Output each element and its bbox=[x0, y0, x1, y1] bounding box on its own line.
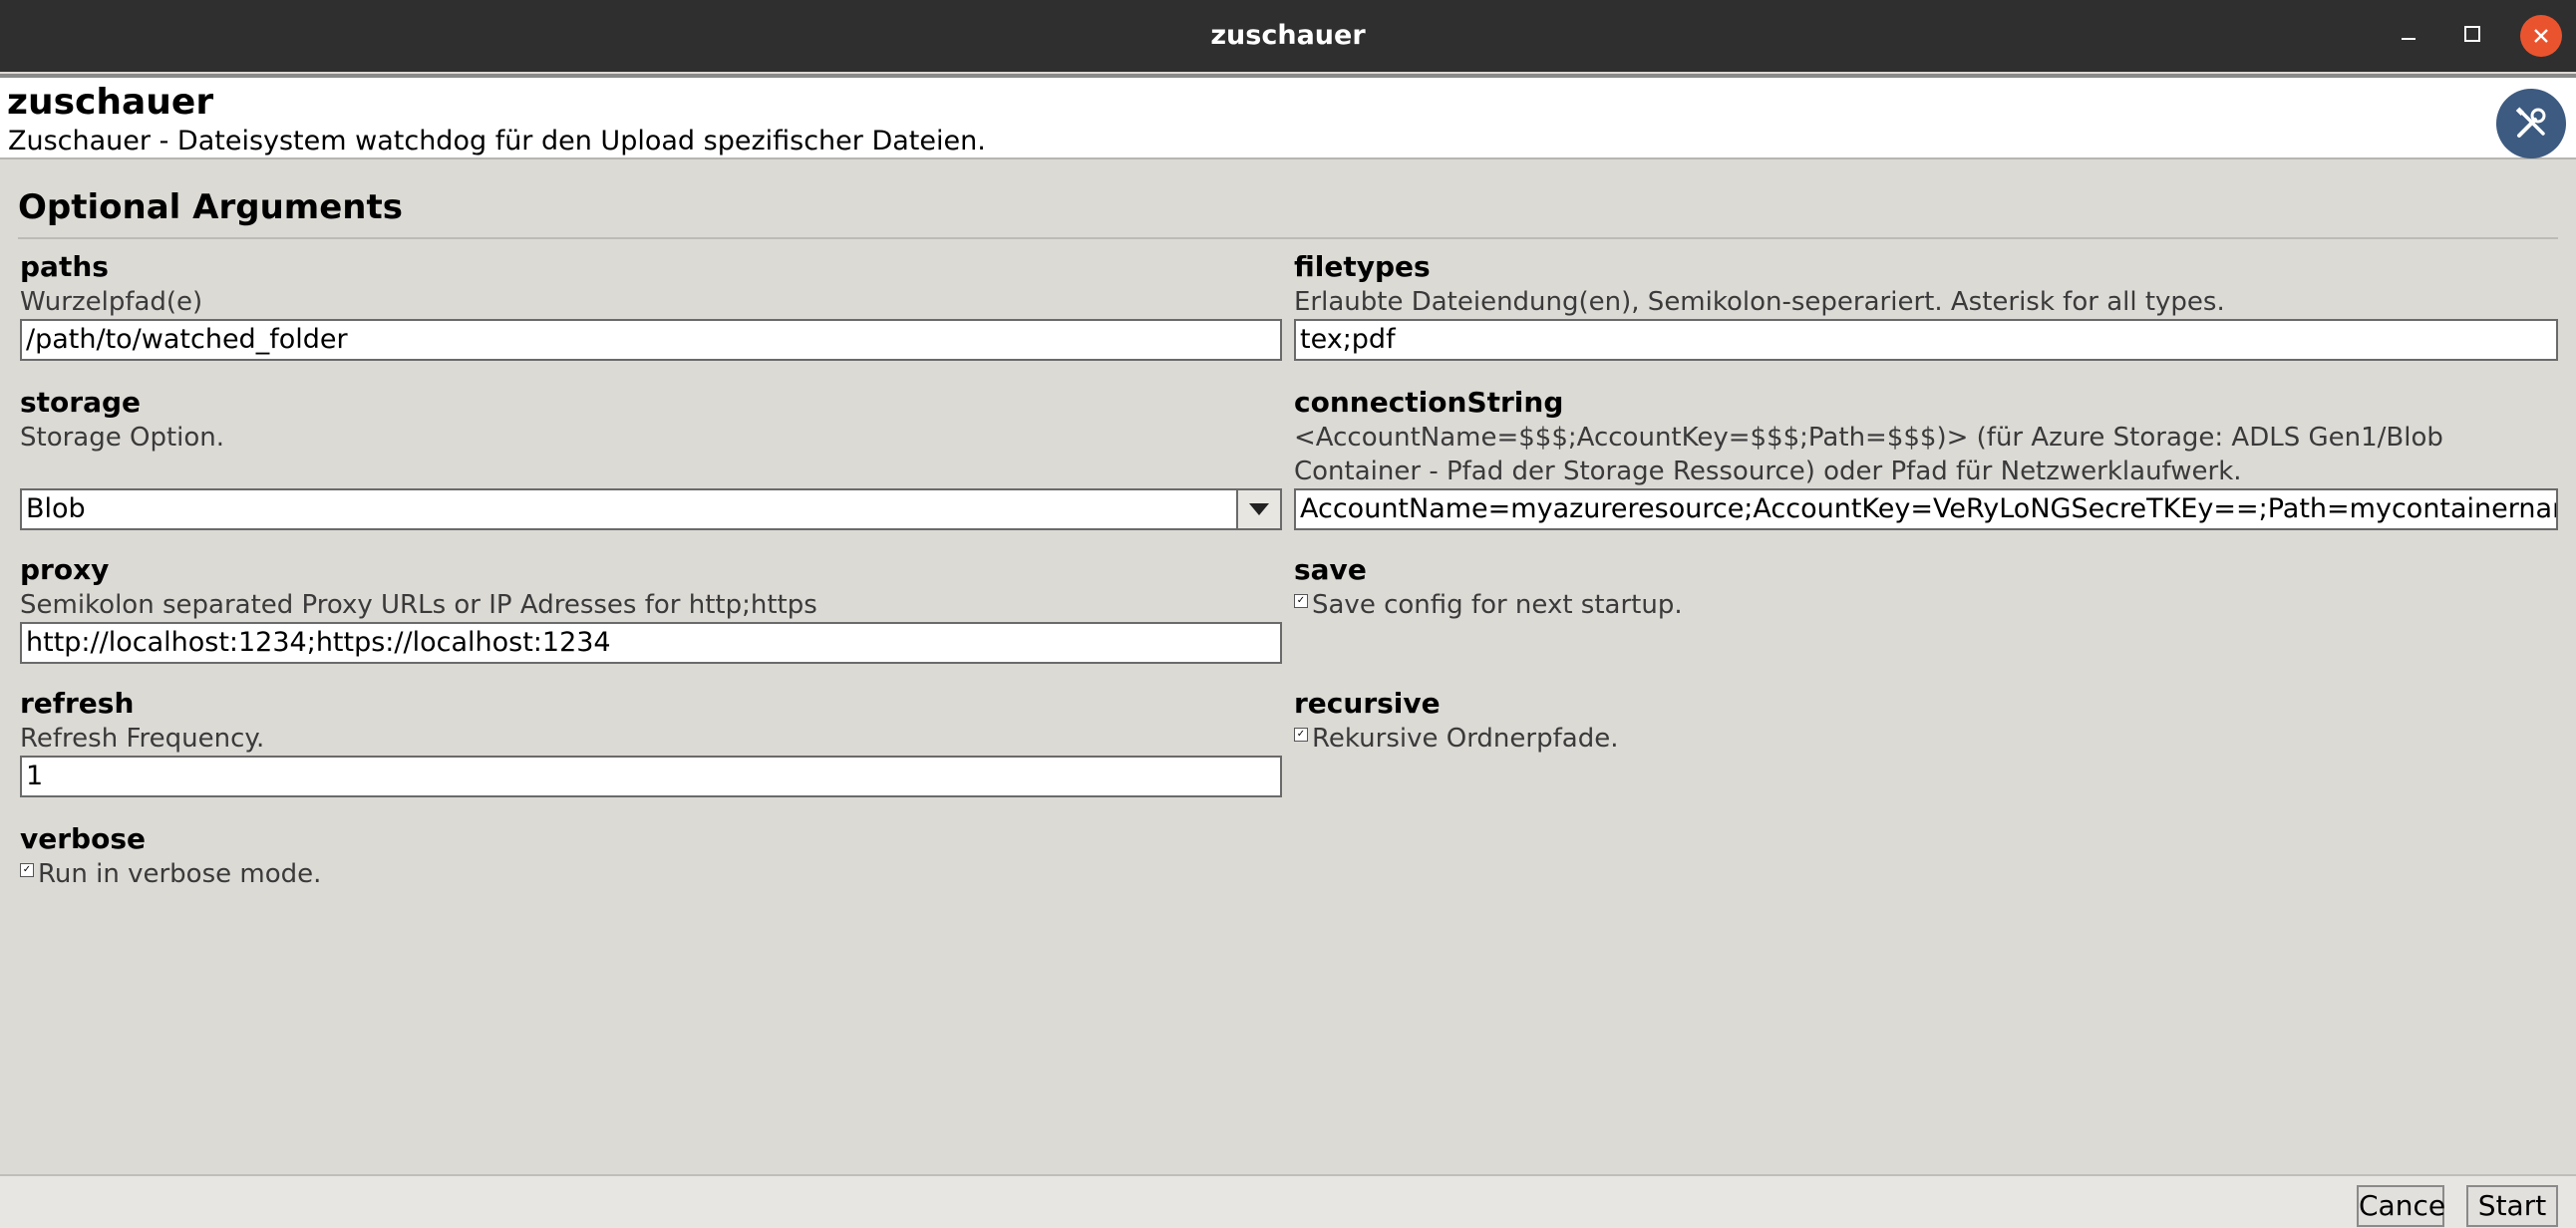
minimize-icon bbox=[2400, 25, 2417, 47]
field-proxy: proxy Semikolon separated Proxy URLs or … bbox=[20, 552, 1282, 664]
field-save: save ✓ Save config for next startup. bbox=[1294, 552, 2558, 622]
storage-label: storage bbox=[20, 386, 142, 419]
field-storage: storage Storage Option. Blob bbox=[20, 385, 1282, 530]
section-divider bbox=[18, 237, 2558, 239]
maximize-icon bbox=[2463, 25, 2481, 47]
refresh-label: refresh bbox=[20, 687, 135, 720]
recursive-label: recursive bbox=[1294, 687, 1441, 720]
paths-label: paths bbox=[20, 250, 109, 283]
verbose-checkbox[interactable]: ✓ bbox=[20, 863, 34, 877]
window-title: zuschauer bbox=[1210, 20, 1366, 51]
close-icon bbox=[2520, 15, 2562, 57]
recursive-checkbox[interactable]: ✓ bbox=[1294, 728, 1308, 742]
verbose-label: verbose bbox=[20, 822, 146, 855]
start-button[interactable]: Start bbox=[2466, 1185, 2558, 1227]
cancel-button[interactable]: Cance bbox=[2357, 1185, 2445, 1227]
save-checkbox[interactable]: ✓ bbox=[1294, 594, 1308, 608]
storage-select[interactable]: Blob bbox=[20, 488, 1282, 530]
paths-input[interactable]: /path/to/watched_folder bbox=[20, 319, 1282, 361]
save-option[interactable]: ✓ Save config for next startup. bbox=[1294, 588, 2558, 622]
field-connection-string: connectionString <AccountName=$$$;Accoun… bbox=[1294, 385, 2558, 530]
refresh-input[interactable]: 1 bbox=[20, 756, 1282, 797]
save-checkbox-label[interactable]: Save config for next startup. bbox=[1312, 588, 1683, 622]
filetypes-hint: Erlaubte Dateiendung(en), Semikolon-sepe… bbox=[1294, 287, 2225, 317]
save-label: save bbox=[1294, 553, 1367, 586]
app-title: zuschauer bbox=[7, 82, 214, 123]
field-paths: paths Wurzelpfad(e) /path/to/watched_fol… bbox=[20, 249, 1282, 361]
proxy-hint: Semikolon separated Proxy URLs or IP Adr… bbox=[20, 590, 817, 620]
proxy-input[interactable]: http://localhost:1234;https://localhost:… bbox=[20, 622, 1282, 664]
minimize-button[interactable] bbox=[2387, 14, 2430, 58]
proxy-label: proxy bbox=[20, 553, 110, 586]
filetypes-label: filetypes bbox=[1294, 250, 1431, 283]
button-bar: Cance Start bbox=[0, 1174, 2576, 1228]
window-titlebar[interactable]: zuschauer bbox=[0, 0, 2576, 72]
field-refresh: refresh Refresh Frequency. 1 bbox=[20, 686, 1282, 797]
refresh-hint: Refresh Frequency. bbox=[20, 724, 265, 754]
connection-string-hint: <AccountName=$$$;AccountKey=$$$;Path=$$$… bbox=[1294, 423, 2443, 486]
dropdown-button[interactable] bbox=[1238, 488, 1282, 530]
field-filetypes: filetypes Erlaubte Dateiendung(en), Semi… bbox=[1294, 249, 2558, 361]
close-button[interactable] bbox=[2519, 14, 2563, 58]
field-verbose: verbose ✓ Run in verbose mode. bbox=[20, 821, 1282, 891]
storage-select-value[interactable]: Blob bbox=[20, 488, 1238, 530]
paths-hint: Wurzelpfad(e) bbox=[20, 287, 203, 317]
field-recursive: recursive ✓ Rekursive Ordnerpfade. bbox=[1294, 686, 2558, 756]
verbose-option[interactable]: ✓ Run in verbose mode. bbox=[20, 857, 1282, 891]
verbose-checkbox-label[interactable]: Run in verbose mode. bbox=[38, 857, 321, 891]
recursive-checkbox-label[interactable]: Rekursive Ordnerpfade. bbox=[1312, 722, 1618, 756]
filetypes-input[interactable]: tex;pdf bbox=[1294, 319, 2558, 361]
app-header: zuschauer Zuschauer - Dateisystem watchd… bbox=[0, 74, 2576, 159]
wrench-screwdriver-icon bbox=[2496, 89, 2566, 158]
storage-hint: Storage Option. bbox=[20, 423, 225, 453]
chevron-down-icon bbox=[1249, 500, 1269, 519]
app-description: Zuschauer - Dateisystem watchdog für den… bbox=[8, 126, 986, 156]
connection-string-label: connectionString bbox=[1294, 386, 1564, 419]
maximize-button[interactable] bbox=[2450, 14, 2494, 58]
recursive-option[interactable]: ✓ Rekursive Ordnerpfade. bbox=[1294, 722, 2558, 756]
section-title: Optional Arguments bbox=[18, 187, 403, 227]
connection-string-input[interactable]: AccountName=myazureresource;AccountKey=V… bbox=[1294, 488, 2558, 530]
